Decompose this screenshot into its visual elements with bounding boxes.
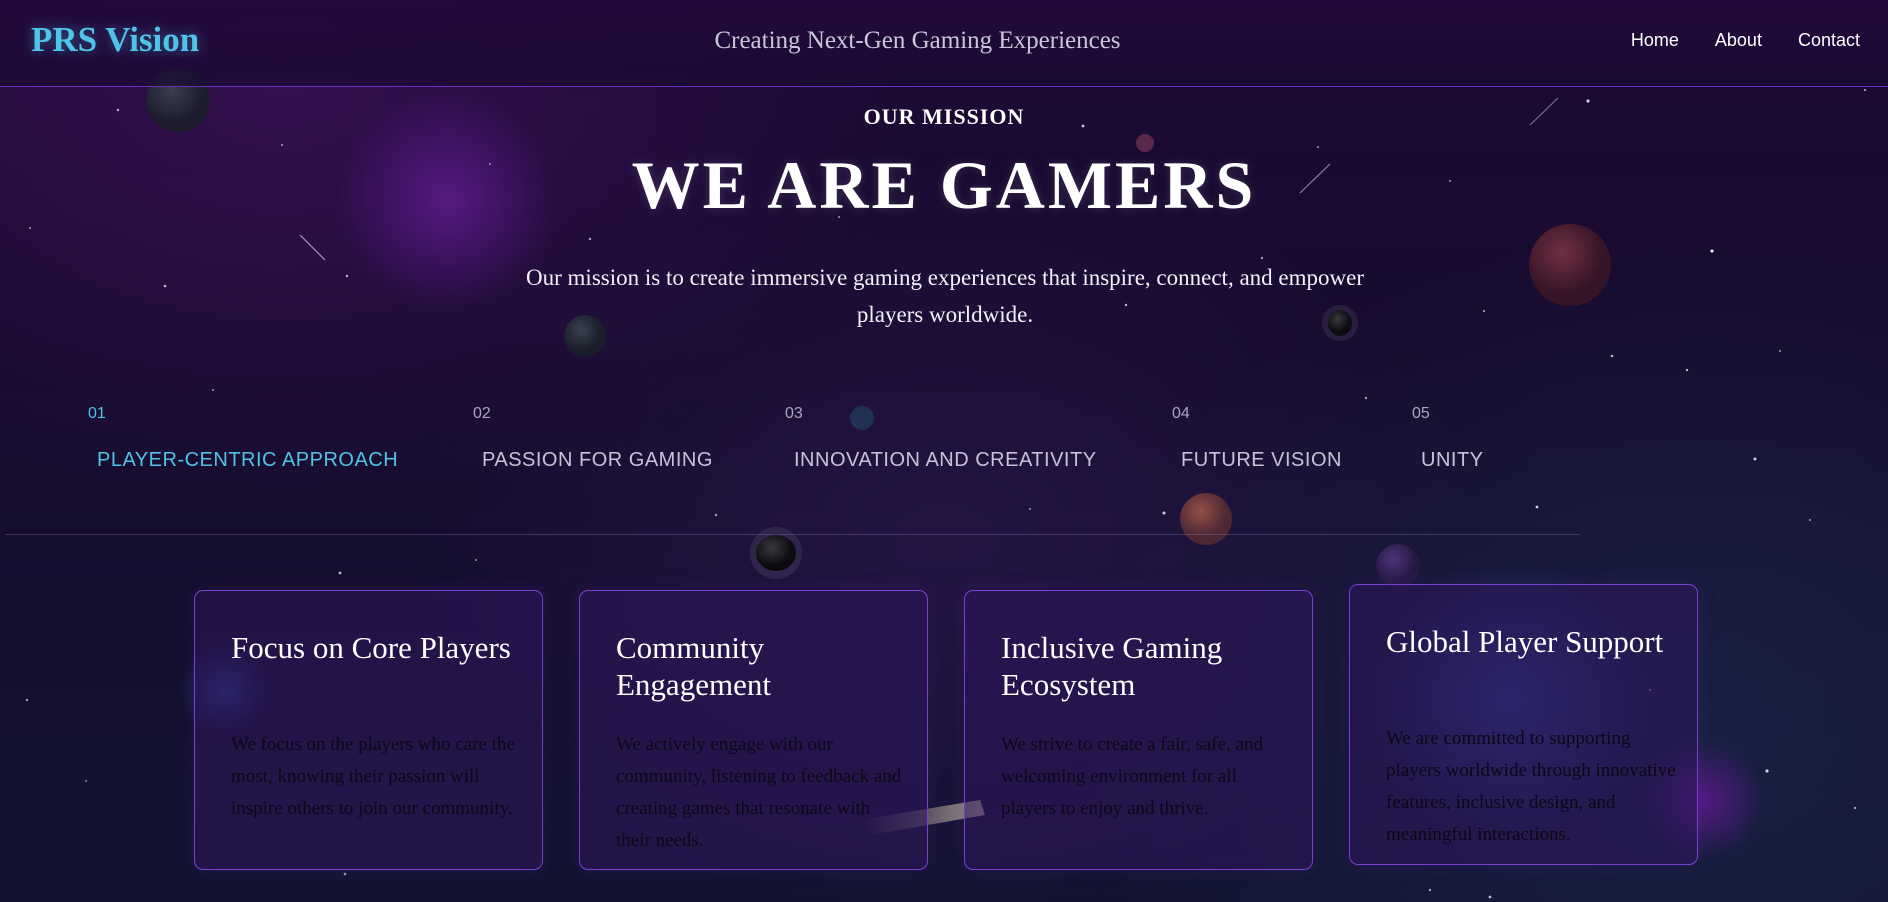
nav-home-link[interactable]: Home bbox=[1631, 30, 1679, 51]
tab-label: UNITY bbox=[1421, 449, 1484, 471]
main-nav: Home About Contact bbox=[1631, 30, 1860, 51]
card-body: We focus on the players who care the mos… bbox=[231, 734, 515, 819]
tab-label: FUTURE VISION bbox=[1181, 449, 1342, 471]
header-tagline: Creating Next-Gen Gaming Experiences bbox=[714, 27, 1121, 54]
tab-label: PASSION FOR GAMING bbox=[482, 449, 713, 471]
tabs-divider bbox=[5, 534, 1580, 535]
tab-number: 05 bbox=[1412, 405, 1430, 422]
tab-label: PLAYER-CENTRIC APPROACH bbox=[97, 449, 399, 471]
card-inclusive-gaming-ecosystem: Inclusive Gaming Ecosystem We strive to … bbox=[964, 590, 1313, 870]
mission-title: WE ARE GAMERS bbox=[631, 147, 1257, 223]
card-community-engagement: Community Engagement We actively engage … bbox=[579, 590, 928, 870]
card-title: Focus on Core Players bbox=[231, 630, 511, 665]
mission-eyebrow: OUR MISSION bbox=[863, 104, 1025, 129]
nav-contact-link[interactable]: Contact bbox=[1798, 30, 1860, 51]
card-title: Global Player Support bbox=[1386, 624, 1664, 659]
card-title: Community Engagement bbox=[616, 630, 771, 702]
tab-number: 04 bbox=[1172, 405, 1190, 422]
tab-label: INNOVATION AND CREATIVITY bbox=[794, 449, 1097, 471]
card-focus-on-core-players: Focus on Core Players We focus on the pl… bbox=[194, 590, 543, 870]
card-body: We are committed to supporting players w… bbox=[1386, 728, 1676, 845]
mission-text: Our mission is to create immersive gamin… bbox=[526, 265, 1364, 327]
site-header: PRS Vision Creating Next-Gen Gaming Expe… bbox=[0, 0, 1888, 87]
tab-number: 01 bbox=[88, 405, 106, 422]
values-tabs: 01 PLAYER-CENTRIC APPROACH 02 PASSION FO… bbox=[0, 400, 1888, 480]
card-body: We actively engage with our community, l… bbox=[616, 734, 902, 851]
card-global-player-support: Global Player Support We are committed t… bbox=[1349, 584, 1698, 865]
card-body: We strive to create a fair, safe, and we… bbox=[1001, 734, 1263, 819]
tab-number: 03 bbox=[785, 405, 803, 422]
nav-about-link[interactable]: About bbox=[1715, 30, 1762, 51]
card-title: Inclusive Gaming Ecosystem bbox=[1001, 630, 1223, 702]
tab-number: 02 bbox=[473, 405, 491, 422]
